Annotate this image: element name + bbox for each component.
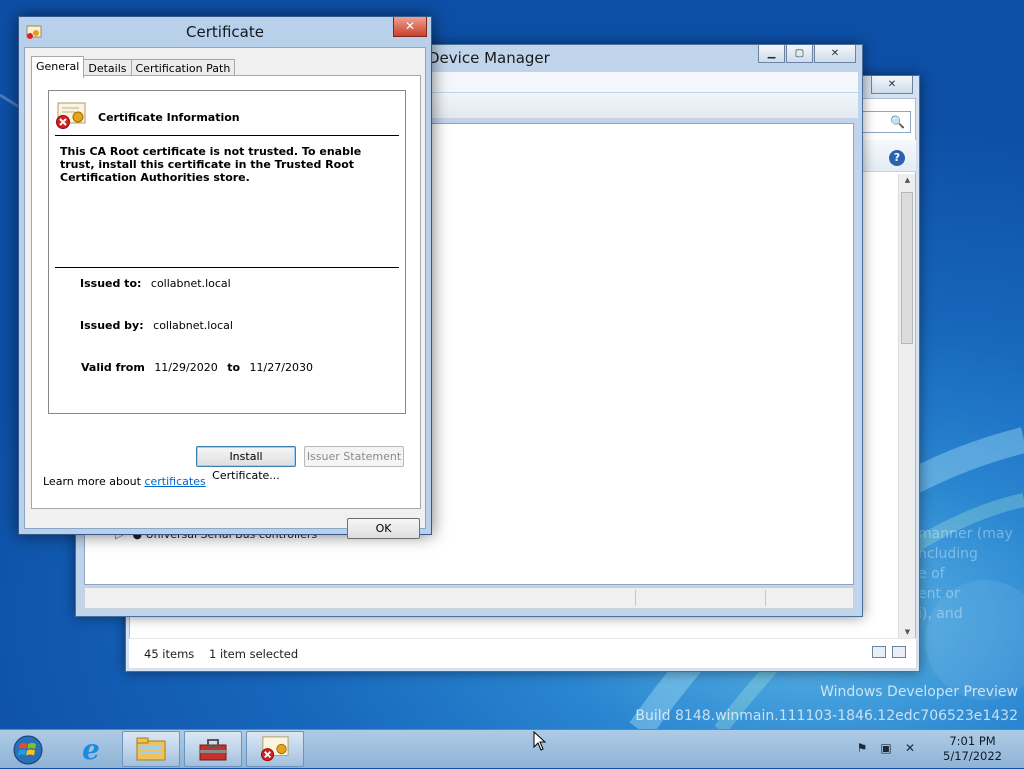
- tiles-view-icon[interactable]: [892, 646, 906, 658]
- close-icon[interactable]: ✕: [814, 45, 856, 63]
- trust-warning-text: This CA Root certificate is not trusted.…: [60, 145, 362, 184]
- explorer-caption-buttons: ✕: [870, 76, 913, 94]
- dialog-body: General Details Certification Path Certi…: [24, 47, 426, 539]
- toolbox-icon: [199, 739, 227, 761]
- device-manager-caption-buttons: ▁ ▢ ✕: [757, 45, 856, 63]
- maximize-icon[interactable]: ▢: [786, 45, 813, 63]
- explorer-close-button[interactable]: ✕: [871, 76, 913, 94]
- valid-to-value: 11/27/2030: [249, 361, 313, 374]
- details-view-icon[interactable]: [872, 646, 886, 658]
- ghost-line: i), and: [918, 606, 963, 622]
- scroll-up-icon[interactable]: ▲: [899, 176, 916, 190]
- device-manager-title: Device Manager: [428, 49, 550, 67]
- issued-by-row: Issued by: collabnet.local: [80, 319, 233, 332]
- valid-from-label: Valid from: [81, 361, 145, 374]
- start-button[interactable]: [0, 730, 56, 769]
- dialog-title: Certificate: [186, 23, 264, 41]
- learn-more-text: Learn more about: [43, 475, 145, 488]
- valid-from-value: 11/29/2020: [154, 361, 218, 374]
- ghost-line: ncluding: [918, 546, 978, 562]
- issued-by-label: Issued by:: [80, 319, 144, 332]
- divider: [55, 135, 399, 136]
- internet-explorer-icon: e: [82, 732, 100, 766]
- status-selection: 1 item selected: [209, 647, 299, 661]
- ghost-line: e of: [918, 566, 945, 582]
- mouse-cursor-icon: [533, 731, 547, 751]
- clock-date: 5/17/2022: [943, 749, 1002, 763]
- divider: [55, 267, 399, 268]
- search-icon[interactable]: 🔍: [890, 115, 905, 129]
- watermark-line-1: Windows Developer Preview: [820, 684, 1018, 700]
- network-icon[interactable]: ▣: [878, 741, 894, 757]
- explorer-statusbar: 45 items 1 item selected: [129, 638, 916, 668]
- taskbar-file-explorer[interactable]: [122, 731, 180, 767]
- help-icon[interactable]: ?: [889, 150, 905, 166]
- scroll-thumb[interactable]: [901, 192, 913, 344]
- issued-by-value: collabnet.local: [153, 319, 233, 332]
- taskbar-certificate-manager[interactable]: [246, 731, 304, 767]
- certificates-link[interactable]: certificates: [144, 475, 205, 488]
- status-separator: [635, 590, 636, 606]
- status-separator: [765, 590, 766, 606]
- general-tab-panel: Certificate Information This CA Root cer…: [31, 75, 421, 509]
- system-tray: ⚑ ▣ ✕ 7:01 PM 5/17/2022: [854, 730, 1024, 769]
- issued-to-row: Issued to: collabnet.local: [80, 277, 231, 290]
- folder-icon: [136, 737, 166, 761]
- install-certificate-button[interactable]: Install Certificate...: [196, 446, 296, 482]
- tab-general[interactable]: General: [31, 56, 85, 78]
- device-manager-statusbar: [84, 587, 854, 609]
- issued-to-label: Issued to:: [80, 277, 142, 290]
- clock[interactable]: 7:01 PM 5/17/2022: [943, 734, 1002, 764]
- dialog-close-button[interactable]: ✕: [393, 17, 427, 37]
- ghost-line: manner (may: [918, 526, 1013, 542]
- clock-time: 7:01 PM: [949, 734, 996, 748]
- taskbar-toolbox[interactable]: [184, 731, 242, 767]
- ghost-line: ent or: [918, 586, 960, 602]
- certificate-icon: [260, 736, 289, 762]
- minimize-icon[interactable]: ▁: [758, 45, 785, 63]
- explorer-scrollbar[interactable]: ▲ ▼: [898, 174, 915, 644]
- speaker-muted-icon[interactable]: ✕: [902, 741, 918, 757]
- validity-row: Valid from 11/29/2020 to 11/27/2030: [81, 361, 313, 374]
- status-items-count: 45 items: [144, 647, 195, 661]
- issuer-statement-button: Issuer Statement: [304, 446, 404, 467]
- issued-to-value: collabnet.local: [150, 277, 231, 290]
- background-ghost-text: manner (may ncluding e of ent or i), and: [918, 524, 1022, 624]
- taskbar-internet-explorer[interactable]: e: [62, 731, 120, 767]
- flag-icon[interactable]: ⚑: [854, 741, 870, 757]
- taskbar: e ⚑ ▣ ✕ 7:01 PM 5/17/2022: [0, 729, 1024, 768]
- certificate-info-box: Certificate Information This CA Root cer…: [48, 90, 406, 414]
- certificate-warning-icon: [56, 102, 86, 129]
- ok-button[interactable]: OK: [347, 518, 420, 539]
- windows-logo-icon: [13, 735, 43, 764]
- certificate-dialog[interactable]: Certificate ✕ General Details Certificat…: [18, 16, 432, 539]
- view-mode-icons: [872, 646, 906, 658]
- watermark-line-2: Build 8148.winmain.111103-1846.12edc7065…: [635, 708, 1018, 724]
- learn-more-row: Learn more about certificates: [43, 475, 206, 488]
- valid-to-label: to: [227, 361, 241, 374]
- info-header: Certificate Information: [98, 111, 240, 124]
